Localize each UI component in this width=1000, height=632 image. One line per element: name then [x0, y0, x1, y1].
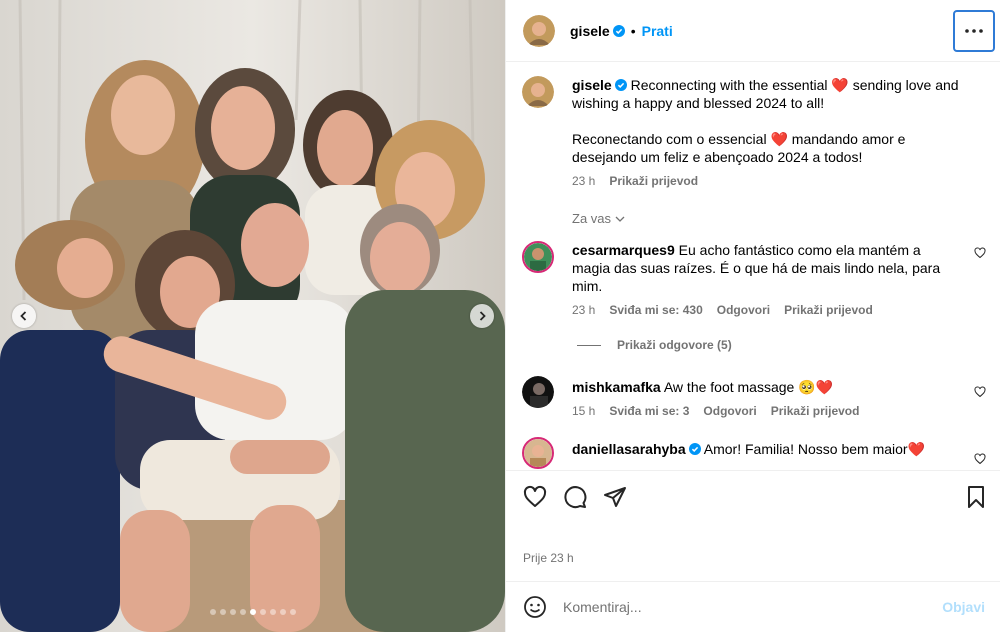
comment-username[interactable]: mishkamafka	[572, 379, 661, 395]
save-bookmark-icon[interactable]	[964, 485, 988, 509]
carousel-dot[interactable]	[209, 609, 216, 615]
like-heart-icon[interactable]	[523, 485, 547, 509]
next-photo-button[interactable]	[470, 304, 494, 328]
carousel-dot[interactable]	[239, 609, 246, 615]
heart-emoji: ❤️	[831, 77, 849, 93]
follow-button[interactable]: Prati	[642, 23, 673, 39]
avatar[interactable]	[522, 376, 554, 408]
carousel-dot[interactable]	[289, 609, 296, 615]
like-comment-heart-icon[interactable]	[974, 453, 986, 465]
caption-text: wishing a happy and blessed 2024 to all!	[572, 95, 825, 111]
like-comment-heart-icon[interactable]	[974, 247, 986, 259]
show-translation-button[interactable]: Prikaži prijevod	[771, 404, 860, 418]
chevron-down-icon	[615, 216, 625, 222]
carousel-dot[interactable]	[249, 609, 256, 615]
show-translation-button[interactable]: Prikaži prijevod	[609, 174, 698, 188]
comment-likes[interactable]: Sviđa mi se: 3	[609, 404, 689, 418]
emoji-icon[interactable]	[523, 595, 547, 619]
avatar[interactable]	[522, 437, 554, 469]
replies-divider	[577, 344, 601, 346]
post-comment-button[interactable]: Objavi	[942, 599, 985, 615]
caption-text: sending love and	[852, 77, 959, 93]
previous-photo-button[interactable]	[12, 304, 36, 328]
comment-emoji: ❤️	[907, 441, 926, 457]
caption-text-pt: Reconectando com o essencial	[572, 131, 767, 147]
caption-text-pt: mandando amor e	[791, 131, 906, 147]
post-header: gisele • Prati	[506, 0, 1000, 62]
add-comment-bar: Objavi	[506, 581, 1000, 632]
heart-emoji: ❤️	[770, 131, 788, 147]
caption-text: Reconnecting with the essential	[630, 77, 828, 93]
comment-text: magia das suas raízes. É o que há de mai…	[572, 260, 941, 276]
comment-likes[interactable]: Sviđa mi se: 430	[609, 303, 702, 317]
comment-text: mim.	[572, 278, 603, 294]
verified-badge-icon	[688, 443, 701, 455]
comment-username[interactable]: daniellasarahyba	[572, 441, 686, 457]
reply-button[interactable]: Odgovori	[717, 303, 770, 317]
caption: gisele Reconnecting with the essential ❤…	[522, 76, 992, 188]
carousel-dot[interactable]	[269, 609, 276, 615]
avatar[interactable]	[522, 76, 554, 108]
reply-button[interactable]: Odgovori	[703, 404, 756, 418]
post-photo[interactable]	[0, 0, 505, 632]
caption-username[interactable]: gisele	[572, 77, 612, 93]
carousel-dot[interactable]	[219, 609, 226, 615]
verified-badge-icon	[614, 79, 627, 91]
comment-text: Eu acho fantástico como ela mantém a	[678, 242, 921, 258]
view-replies-label: Prikaži odgovore (5)	[617, 338, 732, 352]
verified-badge-icon	[612, 24, 625, 37]
comment-text: Amor! Familia! Nosso bem maior	[703, 441, 908, 457]
view-replies-button[interactable]: Prikaži odgovore (5)	[577, 338, 732, 352]
comment-emoji: 🥺❤️	[798, 379, 834, 395]
action-bar	[506, 470, 1000, 520]
comment-timestamp[interactable]: 23 h	[572, 303, 595, 317]
like-comment-heart-icon[interactable]	[974, 386, 986, 398]
family-photo	[0, 0, 505, 632]
caption-text-pt: desejando um feliz e abençoado 2024 a to…	[572, 149, 863, 165]
share-paper-plane-icon[interactable]	[603, 485, 627, 509]
carousel-dot[interactable]	[229, 609, 236, 615]
avatar[interactable]	[522, 241, 554, 273]
more-options-button[interactable]	[953, 10, 995, 52]
separator-dot: •	[630, 22, 636, 39]
more-icon	[965, 29, 983, 33]
post-panel: gisele • Prati gisele Reconnecting with …	[505, 0, 1000, 632]
comment-filter-label: Za vas	[572, 211, 612, 226]
carousel-indicator	[0, 609, 505, 615]
comment-item: cesarmarques9 Eu acho fantástico como el…	[522, 241, 992, 317]
username[interactable]: gisele	[570, 23, 610, 39]
comment-text: Aw the foot massage	[663, 379, 795, 395]
chevron-left-icon	[20, 311, 27, 321]
comment-bubble-icon[interactable]	[563, 485, 587, 509]
comment-item: daniellasarahyba Amor! Familia! Nosso be…	[522, 437, 992, 469]
comment-item: mishkamafka Aw the foot massage 🥺❤️ 15 h…	[522, 376, 992, 418]
comments-section[interactable]: gisele Reconnecting with the essential ❤…	[506, 63, 1000, 470]
chevron-right-icon	[479, 311, 486, 321]
comment-timestamp[interactable]: 15 h	[572, 404, 595, 418]
avatar[interactable]	[523, 14, 555, 47]
show-translation-button[interactable]: Prikaži prijevod	[784, 303, 873, 317]
comment-input[interactable]	[563, 599, 923, 615]
comment-username[interactable]: cesarmarques9	[572, 242, 675, 258]
post-timestamp[interactable]: Prije 23 h	[523, 551, 574, 565]
carousel-dot[interactable]	[279, 609, 286, 615]
carousel-dot[interactable]	[259, 609, 266, 615]
caption-timestamp[interactable]: 23 h	[572, 174, 595, 188]
comment-filter-dropdown[interactable]: Za vas	[572, 211, 625, 226]
